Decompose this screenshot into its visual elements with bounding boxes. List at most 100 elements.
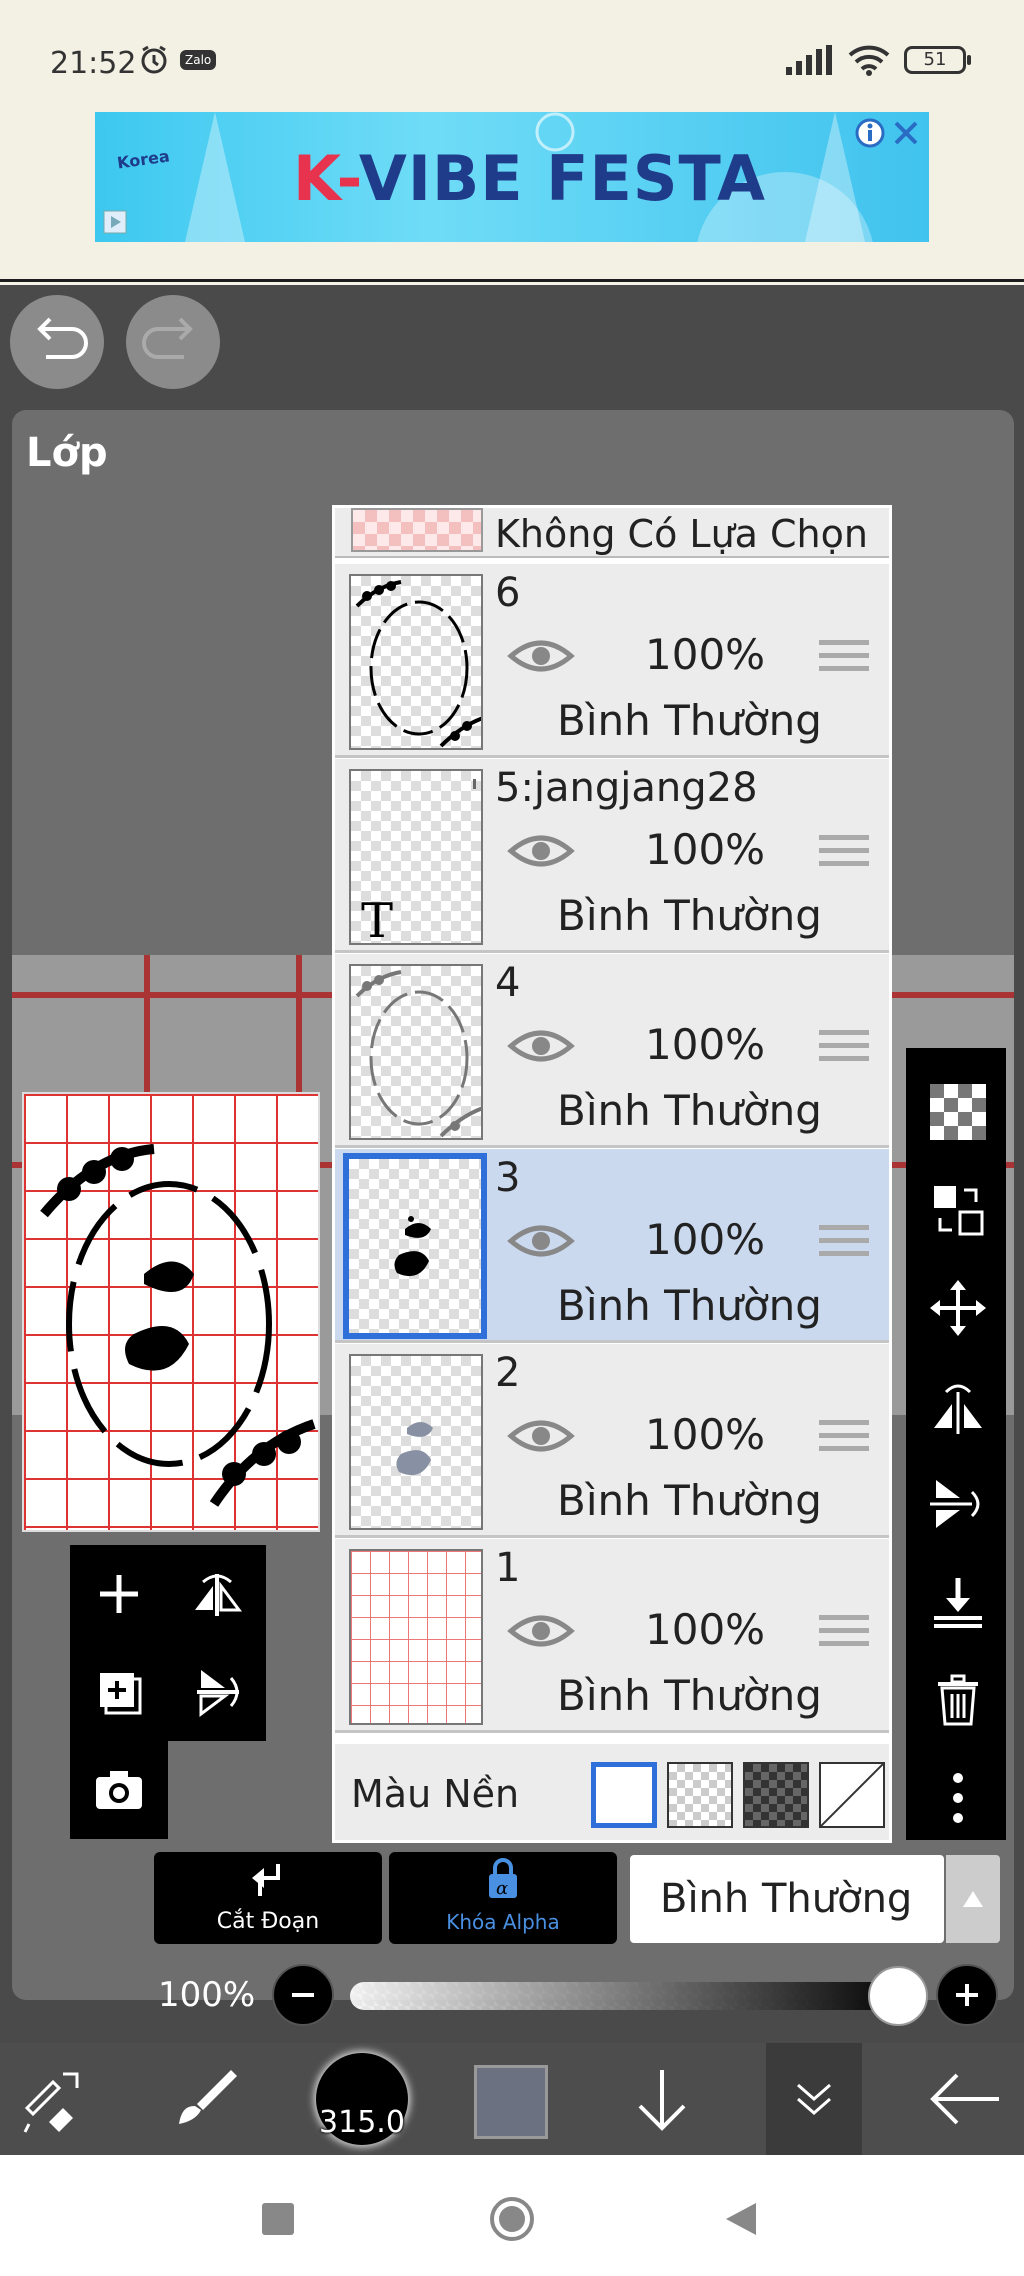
layer-name: 6 (495, 570, 521, 616)
back-button[interactable] (920, 2043, 1010, 2155)
layer-opacity: 100% (645, 1410, 766, 1459)
blend-mode-dropdown-button[interactable] (946, 1855, 1000, 1943)
move-icon[interactable] (930, 1280, 986, 1336)
eye-icon[interactable] (507, 1416, 575, 1456)
plus-icon (100, 1575, 138, 1613)
ad-choices-icon[interactable] (103, 210, 127, 234)
ad-info-icon[interactable] (855, 118, 885, 148)
collapse-panel-button[interactable] (766, 2043, 862, 2155)
drag-handle-icon[interactable] (819, 1611, 869, 1651)
current-color-swatch[interactable] (474, 2065, 548, 2139)
add-layer-button[interactable] (70, 1545, 168, 1643)
more-options-icon[interactable] (930, 1770, 986, 1826)
brush-tool-button[interactable] (162, 2043, 246, 2155)
flip-horizontal-icon[interactable] (930, 1378, 986, 1434)
home-icon[interactable] (488, 2195, 536, 2243)
bg-transparent-swatch[interactable] (667, 1762, 733, 1828)
flip-vertical-icon (197, 1670, 239, 1717)
opacity-decrease-button[interactable] (272, 1964, 334, 2026)
status-time: 21:52 (50, 46, 137, 81)
panel-title: Lớp (26, 430, 108, 476)
double-chevron-down-icon (797, 2083, 831, 2115)
redo-button[interactable] (126, 295, 220, 389)
layer-row[interactable]: T 5:jangjang28 100% Bình Thường (335, 759, 889, 953)
canvas-preview[interactable] (22, 1092, 320, 1532)
eye-icon[interactable] (507, 1221, 575, 1261)
layer-row[interactable]: 4 100% Bình Thường (335, 954, 889, 1148)
opacity-slider-track[interactable] (350, 1982, 910, 2010)
arrow-left-icon (930, 2073, 999, 2125)
status-bar: 21:52 Zalo 51 (0, 0, 1024, 110)
drag-handle-icon[interactable] (819, 831, 869, 871)
layer-thumbnail (349, 1549, 483, 1725)
pen-eraser-swap-icon (23, 2072, 79, 2133)
layer-name: 4 (495, 960, 521, 1006)
bg-none-swatch[interactable] (819, 1762, 885, 1828)
ad-banner[interactable]: Korea K-VIBE FESTA (95, 112, 929, 242)
bg-white-swatch[interactable] (591, 1762, 657, 1828)
layer-blend-mode: Bình Thường (557, 1281, 822, 1330)
add-frame-icon (100, 1673, 142, 1715)
bg-dark-checker-swatch[interactable] (743, 1762, 809, 1828)
layer-row[interactable]: 1 100% Bình Thường (335, 1539, 889, 1733)
opacity-value: 100% (158, 1975, 256, 2015)
alpha-lock-icon: α (489, 1858, 517, 1899)
signal-icon (786, 45, 832, 75)
alpha-lock-button[interactable]: α Khóa Alpha (389, 1852, 617, 1944)
opacity-increase-button[interactable] (936, 1964, 998, 2026)
drag-handle-icon[interactable] (819, 1416, 869, 1456)
bottom-toolbar: 315.0 (0, 2043, 1024, 2155)
back-icon[interactable] (724, 2201, 758, 2237)
ad-title: K-VIBE FESTA (293, 142, 766, 215)
layer-blend-mode: Bình Thường (557, 1671, 822, 1720)
flip-vertical-icon[interactable] (930, 1476, 986, 1532)
minus-icon (292, 1993, 314, 1997)
status-right-icons: 51 (786, 44, 971, 76)
ad-title-rest: VIBE FESTA (358, 142, 766, 215)
add-frame-button[interactable] (70, 1643, 168, 1741)
eye-icon[interactable] (507, 1611, 575, 1651)
drag-handle-icon[interactable] (819, 636, 869, 676)
swap-tools-button[interactable] (12, 2043, 96, 2155)
selection-thumbnail (351, 508, 483, 552)
layer-list: Không Có Lựa Chọn 6 100% Bình Thường T 5… (332, 505, 892, 1843)
no-selection-label: Không Có Lựa Chọn (495, 512, 868, 556)
swap-layer-icon[interactable] (930, 1182, 986, 1238)
right-toolbar (906, 1048, 1006, 1840)
merge-down-icon[interactable] (930, 1574, 986, 1630)
layer-opacity: 100% (645, 825, 766, 874)
eye-icon[interactable] (507, 1026, 575, 1066)
transparency-icon[interactable] (930, 1084, 986, 1140)
drag-handle-icon[interactable] (819, 1221, 869, 1261)
blend-mode-select[interactable]: Bình Thường (630, 1855, 944, 1943)
flip-vertical-button[interactable] (168, 1643, 266, 1741)
undo-button[interactable] (10, 295, 104, 389)
status-left-icons: Zalo (138, 44, 217, 76)
layer-blend-mode: Bình Thường (557, 1476, 822, 1525)
camera-button[interactable] (70, 1741, 168, 1839)
eye-icon[interactable] (507, 636, 575, 676)
layer-name: 5:jangjang28 (495, 765, 758, 811)
battery-indicator: 51 (904, 46, 971, 74)
clipping-button[interactable]: Cắt Đoạn (154, 1852, 382, 1944)
no-selection-row[interactable]: Không Có Lựa Chọn (335, 508, 889, 558)
layer-thumbnail (343, 1153, 487, 1339)
ad-close-icon[interactable] (891, 118, 921, 148)
background-color-row: Màu Nền (335, 1744, 889, 1840)
layer-row[interactable]: 6 100% Bình Thường (335, 564, 889, 758)
drag-handle-icon[interactable] (819, 1026, 869, 1066)
recents-icon[interactable] (262, 2203, 294, 2235)
flip-horizontal-button[interactable] (168, 1545, 266, 1643)
layer-row[interactable]: 2 100% Bình Thường (335, 1344, 889, 1538)
move-down-button[interactable] (620, 2043, 704, 2155)
layer-thumbnail: T (349, 769, 483, 945)
eye-icon[interactable] (507, 831, 575, 871)
preview-drawing (40, 1144, 316, 1507)
layer-blend-mode: Bình Thường (557, 1086, 822, 1135)
opacity-slider-knob[interactable] (868, 1966, 928, 2026)
trash-icon[interactable] (930, 1672, 986, 1728)
layer-name: 2 (495, 1350, 521, 1396)
plus-icon (956, 1984, 978, 2006)
brush-size-value: 315.0 (319, 2105, 405, 2140)
layer-row-selected[interactable]: 3 100% Bình Thường (335, 1149, 889, 1343)
